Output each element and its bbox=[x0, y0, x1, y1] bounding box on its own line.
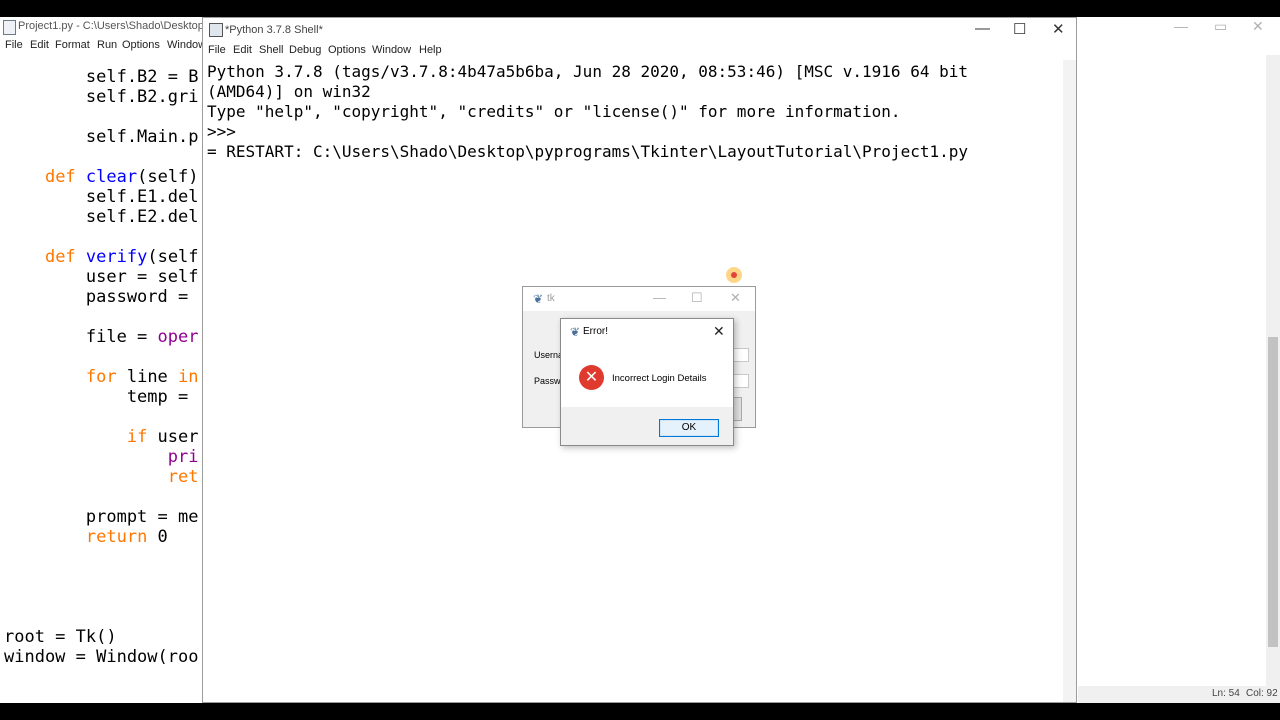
shell-line: (AMD64)] on win32 bbox=[207, 82, 371, 101]
column-number: Col: 92 bbox=[1246, 688, 1278, 699]
tk-titlebar[interactable]: ❦ tk — ☐ ✕ bbox=[523, 287, 755, 311]
shell-line: Python 3.7.8 (tags/v3.7.8:4b47a5b6ba, Ju… bbox=[207, 62, 968, 81]
tk-title: tk bbox=[547, 293, 555, 304]
error-dialog[interactable]: ❦ Error! ✕ ✕ Incorrect Login Details OK bbox=[560, 318, 734, 446]
close-icon[interactable]: ✕ bbox=[713, 323, 725, 340]
menu-edit[interactable]: Edit bbox=[30, 39, 49, 51]
menu-run[interactable]: Run bbox=[97, 39, 117, 51]
screen-bottom-bar bbox=[0, 703, 1280, 720]
screen-top-bar bbox=[0, 0, 1280, 17]
shell-prompt: >>> bbox=[207, 122, 246, 141]
shell-menu-shell[interactable]: Shell bbox=[259, 44, 283, 56]
shell-output[interactable]: Python 3.7.8 (tags/v3.7.8:4b47a5b6ba, Ju… bbox=[207, 62, 968, 162]
menu-options[interactable]: Options bbox=[122, 39, 160, 51]
feather-icon: ❦ bbox=[570, 325, 581, 339]
editor-title: Project1.py - C:\Users\Shado\Desktop\py bbox=[18, 20, 219, 32]
maximize-icon[interactable]: ☐ bbox=[691, 290, 703, 306]
password-field[interactable] bbox=[733, 374, 749, 388]
error-icon: ✕ bbox=[579, 365, 604, 390]
menu-window[interactable]: Window bbox=[167, 39, 206, 51]
error-title: Error! bbox=[583, 326, 608, 337]
close-icon[interactable]: ✕ bbox=[730, 290, 741, 306]
shell-menu-options[interactable]: Options bbox=[328, 44, 366, 56]
error-message: Incorrect Login Details bbox=[612, 373, 707, 384]
shell-menu-debug[interactable]: Debug bbox=[289, 44, 321, 56]
ok-button[interactable]: OK bbox=[659, 419, 719, 437]
shell-menu-edit[interactable]: Edit bbox=[233, 44, 252, 56]
error-titlebar[interactable]: ❦ Error! ✕ bbox=[561, 319, 733, 345]
feather-icon: ❦ bbox=[533, 292, 544, 306]
close-icon[interactable]: ✕ bbox=[1052, 20, 1065, 38]
editor-scroll-thumb[interactable] bbox=[1268, 337, 1278, 647]
python-shell-icon bbox=[209, 23, 223, 37]
username-label: Userna bbox=[534, 350, 564, 360]
shell-vertical-scrollbar[interactable] bbox=[1063, 60, 1076, 702]
password-label: Passw bbox=[534, 376, 561, 386]
code-area[interactable]: self.B2 = B self.B2.gri self.Main.p def … bbox=[4, 67, 199, 667]
minimize-icon[interactable]: — bbox=[653, 290, 666, 305]
shell-line: = RESTART: C:\Users\Shado\Desktop\pyprog… bbox=[207, 142, 968, 161]
shell-menu-file[interactable]: File bbox=[208, 44, 226, 56]
shell-menu-window[interactable]: Window bbox=[372, 44, 411, 56]
editor-menubar: File Edit Format Run Options Window bbox=[0, 37, 210, 55]
username-field[interactable] bbox=[733, 348, 749, 362]
shell-menu-help[interactable]: Help bbox=[419, 44, 442, 56]
line-number: Ln: 54 bbox=[1212, 688, 1240, 699]
menu-file[interactable]: File bbox=[5, 39, 23, 51]
minimize-icon[interactable]: — bbox=[975, 20, 990, 37]
menu-format[interactable]: Format bbox=[55, 39, 90, 51]
file-icon bbox=[3, 20, 16, 35]
close-icon[interactable]: ✕ bbox=[1252, 18, 1264, 35]
shell-line: Type "help", "copyright", "credits" or "… bbox=[207, 102, 901, 121]
maximize-icon[interactable]: ☐ bbox=[1013, 20, 1026, 38]
status-bar: Ln: 54 Col: 92 bbox=[1078, 686, 1280, 703]
login-button[interactable] bbox=[733, 397, 742, 421]
maximize-icon[interactable]: ▭ bbox=[1214, 18, 1227, 35]
minimize-icon[interactable]: — bbox=[1174, 18, 1188, 34]
mouse-cursor-icon bbox=[731, 272, 737, 278]
shell-title: *Python 3.7.8 Shell* bbox=[225, 24, 323, 36]
